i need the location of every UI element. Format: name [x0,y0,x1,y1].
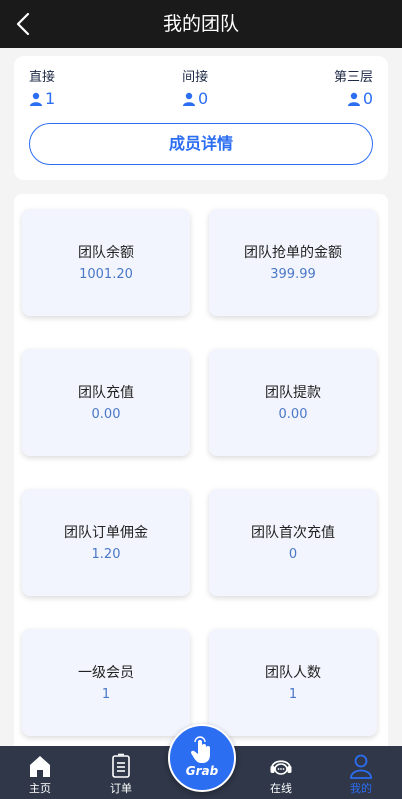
grab-button[interactable]: Grab [168,724,236,792]
customer-service-icon [270,760,292,775]
tile-value: 399.99 [270,267,316,282]
tile-value: 1 [288,687,298,702]
stat-direct: 直接 1 [29,68,55,109]
member-details-button[interactable]: 成员详情 [29,123,373,165]
grab-label: Grab [185,764,219,778]
document-list-icon [112,753,130,778]
tile-value: 1.20 [91,547,121,562]
tab-mine[interactable]: 我的 [331,746,391,799]
tab-online-label: 在线 [270,782,292,795]
tap-hand-icon [190,736,210,763]
top-bar: 我的团队 [0,0,402,48]
tab-orders-label: 订单 [110,782,132,795]
page-title: 我的团队 [162,13,239,35]
tile-label: 团队充值 [78,385,134,401]
tile-label: 团队抢单的金额 [244,245,342,261]
home-icon [30,756,50,777]
tab-home[interactable]: 主页 [10,746,70,799]
stat-third-label: 第三层 [333,70,373,85]
person-icon [350,754,372,779]
user-icon [30,92,42,106]
tile-value: 0.00 [91,407,121,422]
tile-value: 1 [101,687,111,702]
tile-label: 团队人数 [265,665,321,681]
tile-label: 一级会员 [78,665,134,681]
tile-value: 0.00 [278,407,308,422]
stat-indirect: 间接 0 [182,68,208,109]
tile-label: 团队订单佣金 [64,525,148,541]
tile-team-size: 团队人数 1 [209,629,377,736]
tab-orders[interactable]: 订单 [91,746,151,799]
user-icon [347,92,360,106]
user-icon [183,92,195,106]
stat-indirect-label: 间接 [182,70,209,85]
tile-value: 0 [288,547,298,562]
tile-team-first-recharge: 团队首次充值 0 [209,489,377,596]
stat-third-value: 0 [362,89,373,108]
team-levels-card: 直接 1 间接 0 第三层 0 成员详情 [14,56,388,180]
tile-team-recharge: 团队充值 0.00 [22,349,190,456]
tile-label: 团队首次充值 [251,525,335,541]
tile-team-grab-amount: 团队抢单的金额 399.99 [209,209,377,316]
tile-label: 团队提款 [265,385,321,401]
stat-direct-value: 1 [45,89,56,108]
stat-indirect-value: 0 [198,89,209,108]
tile-team-balance: 团队余额 1001.20 [22,209,190,316]
tile-team-order-commission: 团队订单佣金 1.20 [22,489,190,596]
stat-third-level: 第三层 0 [334,68,373,109]
tile-level-one-members: 一级会员 1 [22,629,190,736]
tab-mine-label: 我的 [350,782,372,795]
tile-label: 团队余额 [78,245,134,261]
tile-value: 1001.20 [79,267,133,282]
stat-direct-label: 直接 [29,70,56,85]
tab-home-label: 主页 [29,782,51,795]
tab-online[interactable]: 在线 [251,746,311,799]
team-summary-panel: 团队余额 1001.20 团队抢单的金额 399.99 团队充值 0.00 团队… [14,194,388,754]
tile-team-withdrawal: 团队提款 0.00 [209,349,377,456]
